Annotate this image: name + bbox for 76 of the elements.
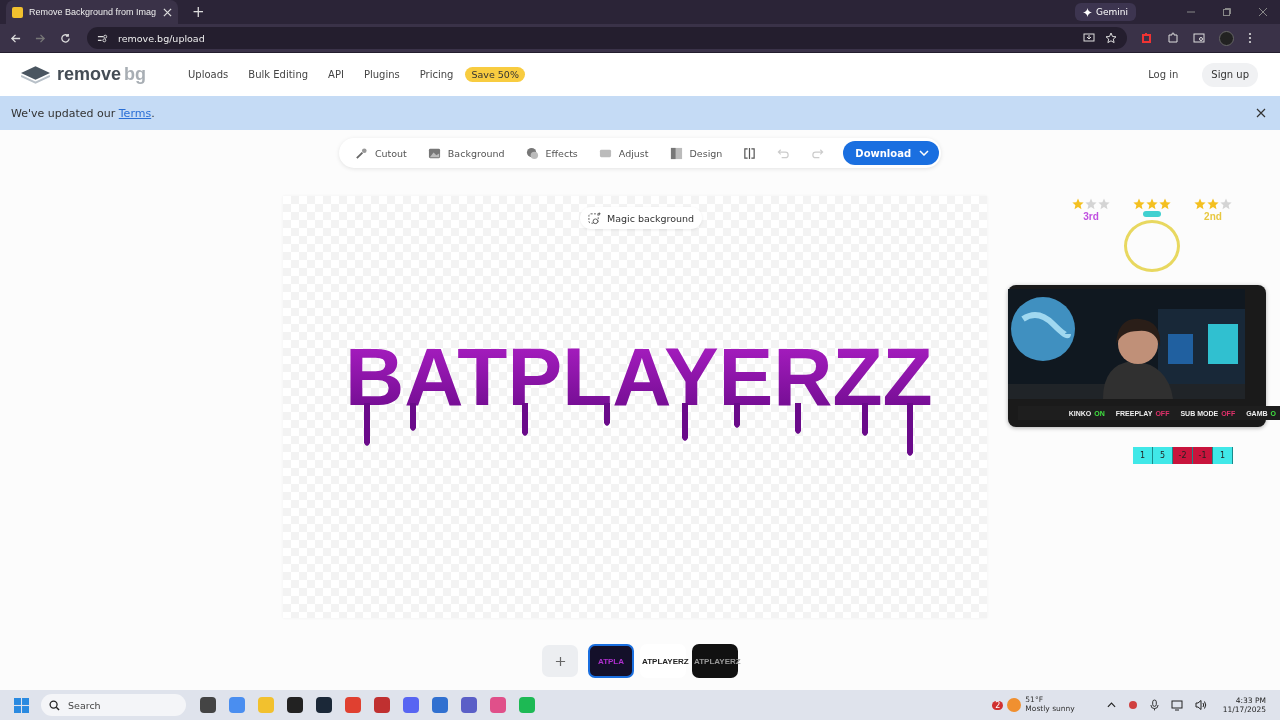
star-icon <box>1220 198 1232 210</box>
nav-link[interactable]: Pricing <box>411 65 462 84</box>
nav-link[interactable]: Plugins <box>355 65 408 84</box>
compare-icon[interactable] <box>743 146 757 160</box>
forward-icon[interactable] <box>35 32 46 44</box>
extension-icon[interactable] <box>1141 32 1153 44</box>
plus-icon <box>554 655 566 667</box>
counter-cell: 1 <box>1213 447 1233 464</box>
magic-background-button[interactable]: Magic background <box>580 207 703 229</box>
search-field[interactable]: Search <box>41 694 186 716</box>
monitor-icon[interactable] <box>1170 699 1183 711</box>
signup-button[interactable]: Sign up <box>1202 62 1258 87</box>
notification-badge: 2 <box>992 700 1004 710</box>
chevron-down-icon <box>919 150 930 156</box>
notice-text: We've updated our Terms. <box>11 106 155 120</box>
star-icon <box>1133 198 1145 210</box>
sale-badge[interactable]: Save 50% <box>465 67 525 82</box>
brush-icon <box>354 146 368 160</box>
tool-button[interactable]: Effects <box>517 146 586 160</box>
circles-icon <box>525 146 539 160</box>
favicon-icon <box>12 6 23 18</box>
image-icon <box>427 146 441 160</box>
profile-avatar[interactable] <box>1219 30 1234 46</box>
download-button[interactable]: Download <box>843 141 940 165</box>
tool-button[interactable]: Cutout <box>346 146 415 160</box>
counter-cell: 1 <box>1133 447 1153 464</box>
nav-link[interactable]: API <box>320 65 352 84</box>
magic-image-icon <box>588 211 601 225</box>
logo-text[interactable]: remove bg <box>57 64 147 85</box>
chevron-up-icon[interactable] <box>1106 702 1116 708</box>
star-icon <box>1146 198 1158 210</box>
star-icon <box>1194 198 1206 210</box>
new-tab-button[interactable]: + <box>186 3 211 21</box>
restore-icon[interactable] <box>1222 7 1232 17</box>
star-icon <box>1072 198 1084 210</box>
logo-icon[interactable] <box>21 65 50 84</box>
counter-cell: -1 <box>1193 447 1213 464</box>
back-icon[interactable] <box>10 32 21 44</box>
star-icon <box>1098 198 1110 210</box>
speaker-icon[interactable] <box>1194 699 1207 711</box>
side-panel-icon[interactable] <box>1193 32 1205 44</box>
login-link[interactable]: Log in <box>1140 65 1187 84</box>
record-icon[interactable] <box>1127 700 1138 710</box>
rank-label: 2nd <box>1204 211 1222 222</box>
tool-button[interactable]: Design <box>661 146 731 160</box>
browser-tab[interactable]: Remove Background from Imag <box>6 0 178 24</box>
search-placeholder: Search <box>68 699 101 711</box>
url-text: remove.bg/upload <box>118 32 205 44</box>
star-icon[interactable] <box>1105 32 1117 44</box>
reload-icon[interactable] <box>60 32 71 44</box>
counter-cell: 5 <box>1153 447 1173 464</box>
close-icon[interactable] <box>1258 7 1268 17</box>
address-bar[interactable]: remove.bg/upload <box>87 27 1127 49</box>
star-icon <box>1085 198 1097 210</box>
tool-button[interactable]: Background <box>419 146 513 160</box>
nav-link[interactable]: Uploads <box>180 65 237 84</box>
layout-icon <box>669 146 683 160</box>
install-icon[interactable] <box>1083 32 1095 44</box>
nav-link[interactable]: Bulk Editing <box>240 65 317 84</box>
rank-label: 3rd <box>1083 211 1099 222</box>
menu-icon[interactable] <box>1248 32 1252 44</box>
avatar-ring <box>1124 220 1180 272</box>
search-icon <box>49 699 60 711</box>
image-thumbnail[interactable]: ATPLA <box>588 644 634 678</box>
gemini-button[interactable]: Gemini <box>1075 3 1136 21</box>
close-icon[interactable] <box>1256 108 1266 118</box>
sparkle-icon <box>1083 7 1092 17</box>
star-icon <box>1207 198 1219 210</box>
microphone-icon[interactable] <box>1149 699 1159 711</box>
site-settings-icon[interactable] <box>97 32 108 44</box>
logo-artwork: BATPLAYERZZ <box>335 325 935 465</box>
star-icon <box>1159 198 1171 210</box>
tool-button[interactable]: Adjust <box>590 146 657 160</box>
windows-start-icon[interactable] <box>14 697 29 713</box>
tab-title: Remove Background from Imag <box>29 7 157 17</box>
counter-cell: -2 <box>1173 447 1193 464</box>
